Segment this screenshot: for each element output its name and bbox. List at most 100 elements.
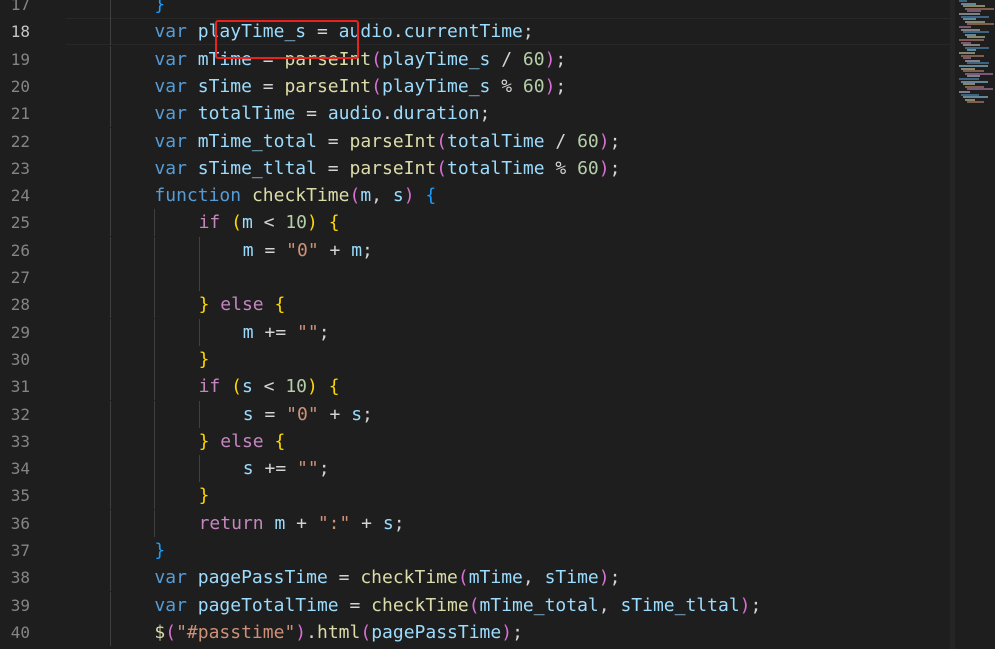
- code-token: duration: [392, 103, 480, 125]
- line-number: 38: [10, 568, 30, 588]
- code-token: checkTime: [360, 567, 458, 589]
- code-text[interactable]: function checkTime(m, s) {: [154, 182, 436, 209]
- code-line[interactable]: 35}: [0, 482, 950, 510]
- code-token: +=: [253, 321, 297, 343]
- line-number: 29: [10, 322, 30, 342]
- line-number: 25: [10, 213, 30, 233]
- indent-guide: [110, 72, 112, 100]
- code-line[interactable]: 29 m += "";: [0, 318, 950, 346]
- code-line[interactable]: 31 if (s < 10) {: [0, 373, 950, 401]
- code-token: +: [318, 403, 352, 425]
- code-line[interactable]: 39 var pageTotalTime = checkTime(mTime_to…: [0, 591, 950, 619]
- code-token: .: [392, 21, 404, 43]
- code-text[interactable]: m += "";: [243, 319, 330, 346]
- code-line[interactable]: 17}: [0, 0, 950, 18]
- code-line[interactable]: 36 return m + ":" + s;: [0, 509, 950, 537]
- code-token: s: [392, 185, 404, 207]
- code-text[interactable]: }: [154, 0, 165, 18]
- code-token: }: [154, 540, 166, 561]
- code-text[interactable]: s = "0" + s;: [243, 401, 373, 428]
- minimap[interactable]: [955, 0, 995, 120]
- code-text[interactable]: var sTime = parseInt(playTime_s % 60);: [154, 73, 566, 100]
- code-text[interactable]: } else {: [199, 291, 286, 318]
- code-token: ): [307, 212, 318, 234]
- code-token: (: [436, 130, 448, 152]
- line-number: 30: [10, 349, 30, 369]
- indent-guide: [110, 318, 112, 346]
- code-text[interactable]: } else {: [199, 428, 286, 455]
- code-token: 10: [285, 376, 308, 398]
- code-token: ,: [522, 567, 545, 589]
- code-line[interactable]: 38 var pagePassTime = checkTime(mTime, sT…: [0, 564, 950, 592]
- code-line[interactable]: 24 function checkTime(m, s) {: [0, 182, 950, 210]
- code-token: 60: [522, 75, 545, 97]
- code-token: %: [544, 157, 578, 179]
- line-number: 39: [10, 595, 30, 615]
- code-line[interactable]: 22 var mTime_total = parseInt(totalTime /…: [0, 127, 950, 155]
- code-token: pageTotalTime: [197, 594, 339, 616]
- code-text[interactable]: var mTime_total = parseInt(totalTime / 6…: [154, 128, 620, 155]
- code-token: audio: [327, 103, 382, 125]
- code-token: m: [241, 212, 253, 234]
- code-line[interactable]: 30}: [0, 345, 950, 373]
- code-token: (: [165, 621, 177, 643]
- code-token: ): [739, 594, 751, 616]
- code-line[interactable]: 34 s += "";: [0, 455, 950, 483]
- code-token: ): [544, 75, 556, 97]
- code-text[interactable]: m = "0" + m;: [243, 237, 373, 264]
- code-line[interactable]: 20 var sTime = parseInt(playTime_s % 60);: [0, 72, 950, 100]
- code-line[interactable]: 26 m = "0" + m;: [0, 236, 950, 264]
- code-text[interactable]: if (m < 10) {: [199, 209, 340, 236]
- code-line[interactable]: 32 s = "0" + s;: [0, 400, 950, 428]
- code-editor[interactable]: 17} 18 var playTime_s = audio.currentTime;…: [0, 0, 995, 649]
- code-line[interactable]: 28 } else {: [0, 291, 950, 319]
- code-token: var: [154, 130, 187, 152]
- code-text[interactable]: }: [199, 346, 210, 373]
- code-token: if: [198, 376, 221, 398]
- code-line[interactable]: 40 $("#passtime").html(pagePassTime);: [0, 618, 950, 646]
- code-line[interactable]: 21 var totalTime = audio.duration;: [0, 100, 950, 128]
- code-token: var: [154, 157, 187, 179]
- indent-guide: [154, 209, 156, 237]
- indent-guide: [198, 264, 200, 291]
- code-text[interactable]: var totalTime = audio.duration;: [154, 100, 490, 127]
- code-token: ;: [555, 48, 567, 70]
- code-text[interactable]: }: [154, 537, 165, 564]
- code-text[interactable]: if (s < 10) {: [199, 373, 340, 400]
- code-token: =: [295, 103, 328, 125]
- code-token: (: [457, 567, 469, 589]
- code-line[interactable]: 23 var sTime_tltal = parseInt(totalTime %…: [0, 154, 950, 182]
- code-text[interactable]: }: [199, 482, 210, 509]
- code-line[interactable]: 37}: [0, 537, 950, 564]
- indent-guide: [154, 373, 156, 401]
- code-token: return: [198, 512, 264, 534]
- code-text[interactable]: s += "";: [243, 455, 330, 482]
- line-number: 28: [10, 295, 30, 315]
- code-token: ;: [512, 621, 523, 643]
- code-line[interactable]: 27: [0, 264, 950, 291]
- code-token: ;: [609, 567, 621, 589]
- code-line[interactable]: 25 if (m < 10) {: [0, 209, 950, 237]
- code-line[interactable]: 18 var playTime_s = audio.currentTime;: [0, 18, 950, 46]
- code-token: =: [316, 130, 350, 152]
- code-token: else: [220, 430, 264, 452]
- code-text[interactable]: var pageTotalTime = checkTime(mTime_tota…: [154, 592, 761, 619]
- code-token: var: [154, 21, 187, 43]
- indent-guide: [110, 264, 112, 291]
- code-text[interactable]: var sTime_tltal = parseInt(totalTime % 6…: [154, 155, 620, 182]
- code-line[interactable]: 33} else {: [0, 427, 950, 455]
- code-text[interactable]: var pagePassTime = checkTime(mTime, sTim…: [154, 564, 620, 591]
- code-token: {: [328, 376, 340, 398]
- code-line[interactable]: 19 var mTime = parseInt(playTime_s / 60);: [0, 45, 950, 73]
- code-token: var: [154, 75, 187, 97]
- code-token: checkTime: [371, 594, 469, 616]
- code-text[interactable]: $("#passtime").html(pagePassTime);: [154, 619, 523, 646]
- code-text[interactable]: return m + ":" + s;: [199, 510, 405, 537]
- code-token: ;: [362, 403, 373, 425]
